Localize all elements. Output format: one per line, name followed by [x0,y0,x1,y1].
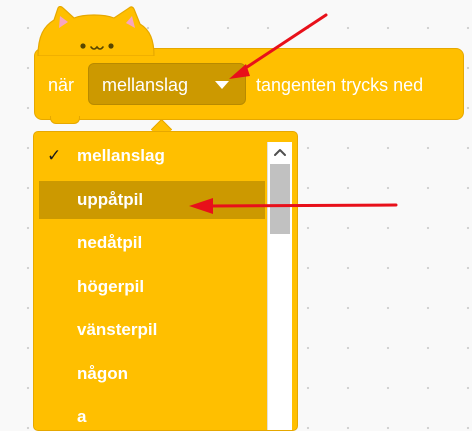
menu-item-label: mellanslag [77,146,165,165]
menu-item-label: uppåtpil [77,190,144,209]
menu-item-label: vänsterpil [77,320,158,339]
menu-item-label: någon [77,364,128,383]
menu-item-label: högerpil [77,277,145,296]
caret-down-icon [215,81,229,89]
menu-item-hogerpil[interactable]: högerpil [39,268,265,306]
when-key-pressed-block[interactable]: när mellanslag tangenten trycks ned [0,0,472,130]
key-dropdown-value: mellanslag [102,75,189,95]
menu-item-label: a [77,407,87,426]
menu-item-vansterpil[interactable]: vänsterpil [39,311,265,349]
key-pressed-label: tangenten trycks ned [256,75,424,95]
menu-item-uppatpil[interactable]: uppåtpil [39,181,265,219]
menu-scrollbar[interactable] [267,142,292,430]
check-icon: ✓ [47,146,62,165]
scroll-up-chevron-icon[interactable] [271,142,289,162]
cat-head-icon [37,6,155,56]
menu-item-mellanslag[interactable]: ✓ mellanslag [39,137,265,175]
menu-item-nedatpil[interactable]: nedåtpil [39,224,265,262]
menu-item-a[interactable]: a [39,398,265,430]
key-dropdown-menu[interactable]: ✓ mellanslag uppåtpil nedåtpil högerpil … [33,131,298,431]
menu-item-label: nedåtpil [77,233,143,252]
key-dropdown[interactable]: mellanslag [88,63,246,105]
when-label: när [48,75,75,95]
menu-item-nagon[interactable]: någon [39,355,265,393]
scroll-thumb[interactable] [270,164,290,234]
block-notch [50,116,80,124]
